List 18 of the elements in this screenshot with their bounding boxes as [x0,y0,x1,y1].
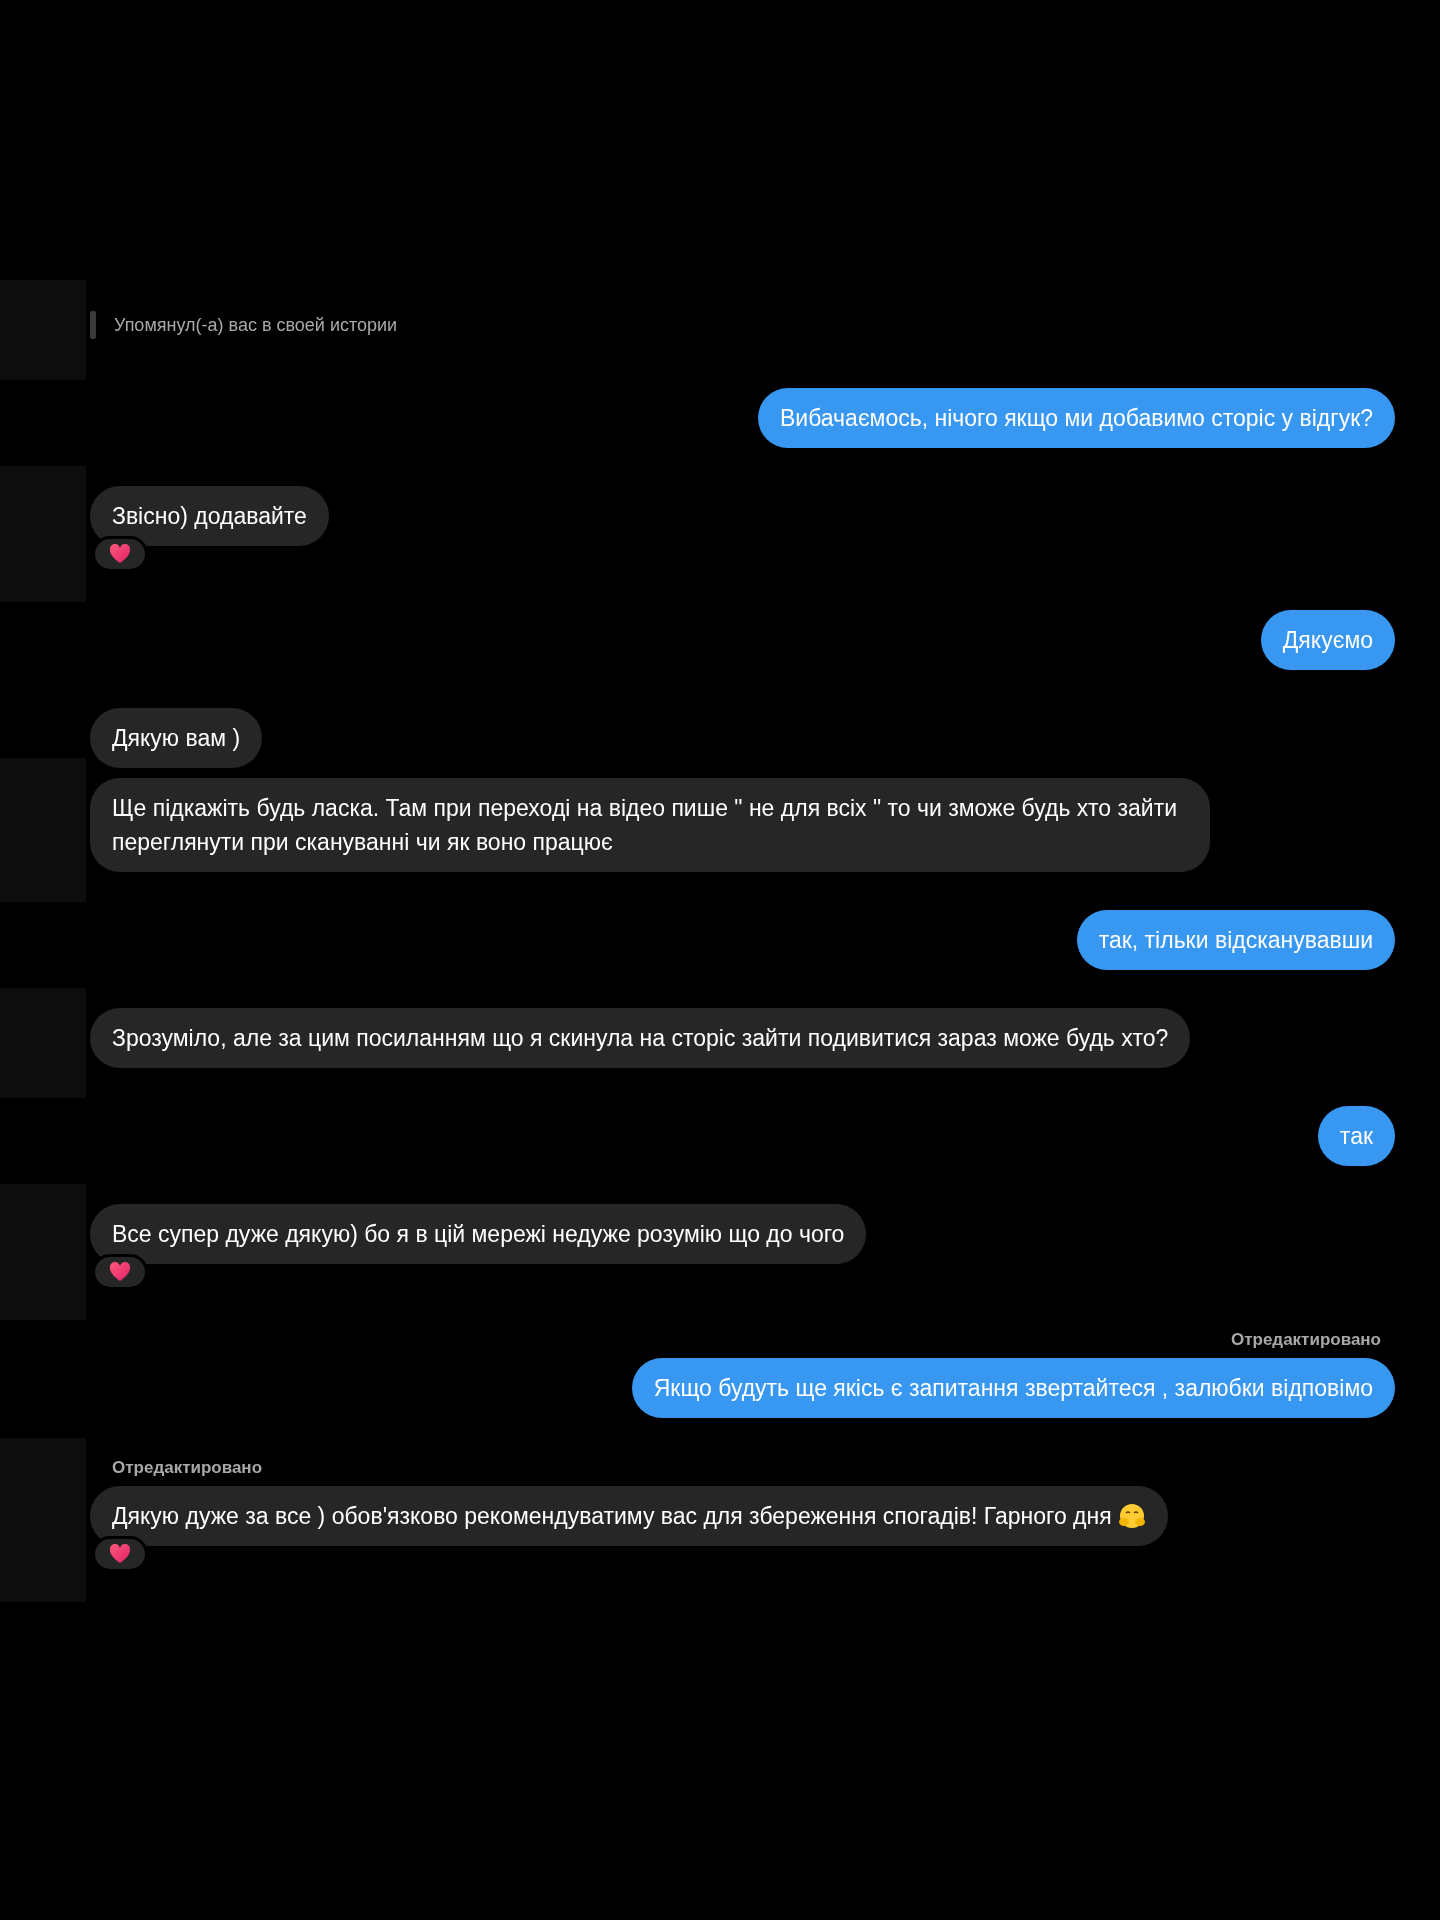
message-bubble: Дякую дуже за все ) обов'язково рекомендуватиму вас для збереження спогадів! Гарного дня [90,1486,1168,1546]
message-bubble: так, тільки відсканувавши [1076,910,1395,970]
message-bubble: Дякуємо [1260,610,1395,670]
mention-bar [90,311,96,339]
message-bubble: Зрозуміло, але за цим посиланням що я скинула на сторіс зайти подивитися зараз може будь хто? [90,1008,1191,1068]
message-bubble: Все супер дуже дякую) бо я в цій мережі недуже розумію що до чого [90,1204,867,1264]
edited-label: Отредактировано [1230,1330,1381,1350]
heart-icon [109,1262,131,1282]
message-bubble: Звісно) додавайте [90,486,329,546]
edited-label: Отредактировано [112,1458,263,1478]
message-bubble: Вибачаємось, нічого якщо ми добавимо сторіс у відгук? [758,388,1395,448]
message-bubble: Якщо будуть ще якісь є запитання звертайтеся , залюбки відповімо [631,1358,1395,1418]
message-bubble: Ще підкажіть будь ласка. Там при переході на відео пише " не для всіх " то чи зможе будь хто зайти переглянути при скануванні чи як воно працює [90,778,1210,872]
message-bubble: Дякую вам ) [90,708,263,768]
heart-icon [109,1544,131,1564]
message-bubble: так [1317,1106,1395,1166]
story-mention-text: Упомянул(-а) вас в своей истории [114,314,398,336]
heart-icon [109,544,131,564]
